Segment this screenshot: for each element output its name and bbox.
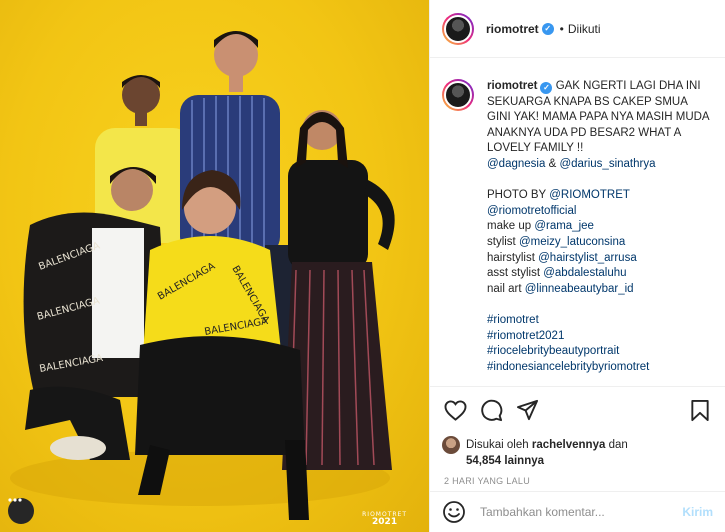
hashtag-link[interactable]: #riomotret2021 <box>487 329 713 345</box>
credit-label: nail art <box>487 282 525 295</box>
likes-conj: dan <box>608 439 628 451</box>
likes-suffix[interactable]: lainnya <box>504 455 544 467</box>
mention-link[interactable]: @meizy_latuconsina <box>519 236 625 248</box>
hashtag-link[interactable]: #indonesiancelebritybyriomotret <box>487 360 713 376</box>
likes-count[interactable]: 54,854 <box>466 455 501 467</box>
hashtag-link[interactable]: #riomotret <box>487 313 713 329</box>
follow-status-button[interactable]: Diikuti <box>568 22 601 36</box>
credit-line: nail art @linneabeautybar_id <box>487 282 713 298</box>
credit-label: hairstylist <box>487 251 539 264</box>
credit-label: make up <box>487 220 535 233</box>
caption-body: riomotret ✓ GAK NGERTI LAGI DHA INI SEKUA… <box>487 79 713 375</box>
add-comment-bar: Tambahkan komentar... Kirim <box>430 491 725 532</box>
credit-line: stylist @meizy_latuconsina <box>487 235 713 251</box>
mention-link[interactable]: @rama_jee <box>534 220 594 232</box>
watermark-year: 2021 <box>372 517 398 528</box>
caption-username[interactable]: riomotret <box>487 80 537 92</box>
credit-label: stylist <box>487 235 519 248</box>
action-icons <box>442 397 713 423</box>
author-username[interactable]: riomotret <box>486 22 539 36</box>
caption-mentions: @dagnesia & @darius_sinathrya <box>487 157 713 173</box>
like-button[interactable] <box>442 397 468 423</box>
mention-link[interactable]: @riomotretofficial <box>487 205 576 217</box>
paper-plane-icon <box>516 399 538 421</box>
post-actions: Disukai oleh rachelvennya dan 54,854 lai… <box>430 386 725 486</box>
likes-summary: Disukai oleh rachelvennya dan 54,854 lai… <box>442 436 713 469</box>
mention-link[interactable]: @RIOMOTRET <box>549 189 630 201</box>
credit-label: asst stylist <box>487 267 544 280</box>
post-comment-button[interactable]: Kirim <box>682 505 713 519</box>
bookmark-icon <box>691 399 709 421</box>
credit-label: PHOTO BY <box>487 189 550 202</box>
liker-avatar[interactable] <box>442 436 460 454</box>
credit-line: asst stylist @abdalestaluhu <box>487 266 713 282</box>
photo-watermark: RIOMOTRET 2021 <box>362 511 407 528</box>
family-portrait-illustration: BALENCIAGA BALENCIAGA BALENCIAGA BALENCI… <box>10 31 395 520</box>
credit-line: @riomotretofficial <box>487 204 713 220</box>
more-dots-icon <box>8 498 22 502</box>
likes-prefix: Disukai oleh <box>466 439 529 451</box>
post-side-panel: riomotret ✓ • Diikuti riomotret ✓ GAK NGE… <box>429 0 725 532</box>
heart-icon <box>444 399 466 421</box>
comments-section[interactable]: riomotret ✓ GAK NGERTI LAGI DHA INI SEKUA… <box>430 59 725 385</box>
header-separator: • <box>559 21 564 36</box>
liker-username[interactable]: rachelvennya <box>532 439 606 451</box>
mention-link[interactable]: @darius_sinathrya <box>559 158 655 170</box>
mention-separator: & <box>548 157 557 170</box>
comment-icon <box>480 399 502 421</box>
mention-link[interactable]: @hairstylist_arrusa <box>538 252 637 264</box>
post-photo[interactable]: BALENCIAGA BALENCIAGA BALENCIAGA BALENCI… <box>0 0 429 532</box>
caption: riomotret ✓ GAK NGERTI LAGI DHA INI SEKUA… <box>442 79 713 375</box>
credit-line: PHOTO BY @RIOMOTRET <box>487 188 713 204</box>
share-button[interactable] <box>514 397 540 423</box>
credit-line: make up @rama_jee <box>487 219 713 235</box>
caption-avatar[interactable] <box>442 79 474 111</box>
comment-button[interactable] <box>478 397 504 423</box>
hashtag-link[interactable]: #riocelebritybeautyportrait <box>487 344 713 360</box>
author-avatar[interactable] <box>442 12 474 45</box>
smiley-icon[interactable] <box>442 500 466 524</box>
post-timestamp[interactable]: 2 HARI YANG LALU <box>442 476 713 486</box>
mention-link[interactable]: @linneabeautybar_id <box>525 283 634 295</box>
more-button[interactable] <box>8 498 34 524</box>
mention-link[interactable]: @abdalestaluhu <box>543 267 626 279</box>
verified-badge-icon: ✓ <box>541 22 554 35</box>
credit-line: hairstylist @hairstylist_arrusa <box>487 251 713 267</box>
verified-badge-icon: ✓ <box>540 81 553 94</box>
post-header: riomotret ✓ • Diikuti <box>430 0 725 58</box>
comment-input[interactable]: Tambahkan komentar... <box>480 505 682 519</box>
mention-link[interactable]: @dagnesia <box>487 158 545 170</box>
likes-text: Disukai oleh rachelvennya dan 54,854 lai… <box>466 437 628 469</box>
save-button[interactable] <box>687 397 713 423</box>
